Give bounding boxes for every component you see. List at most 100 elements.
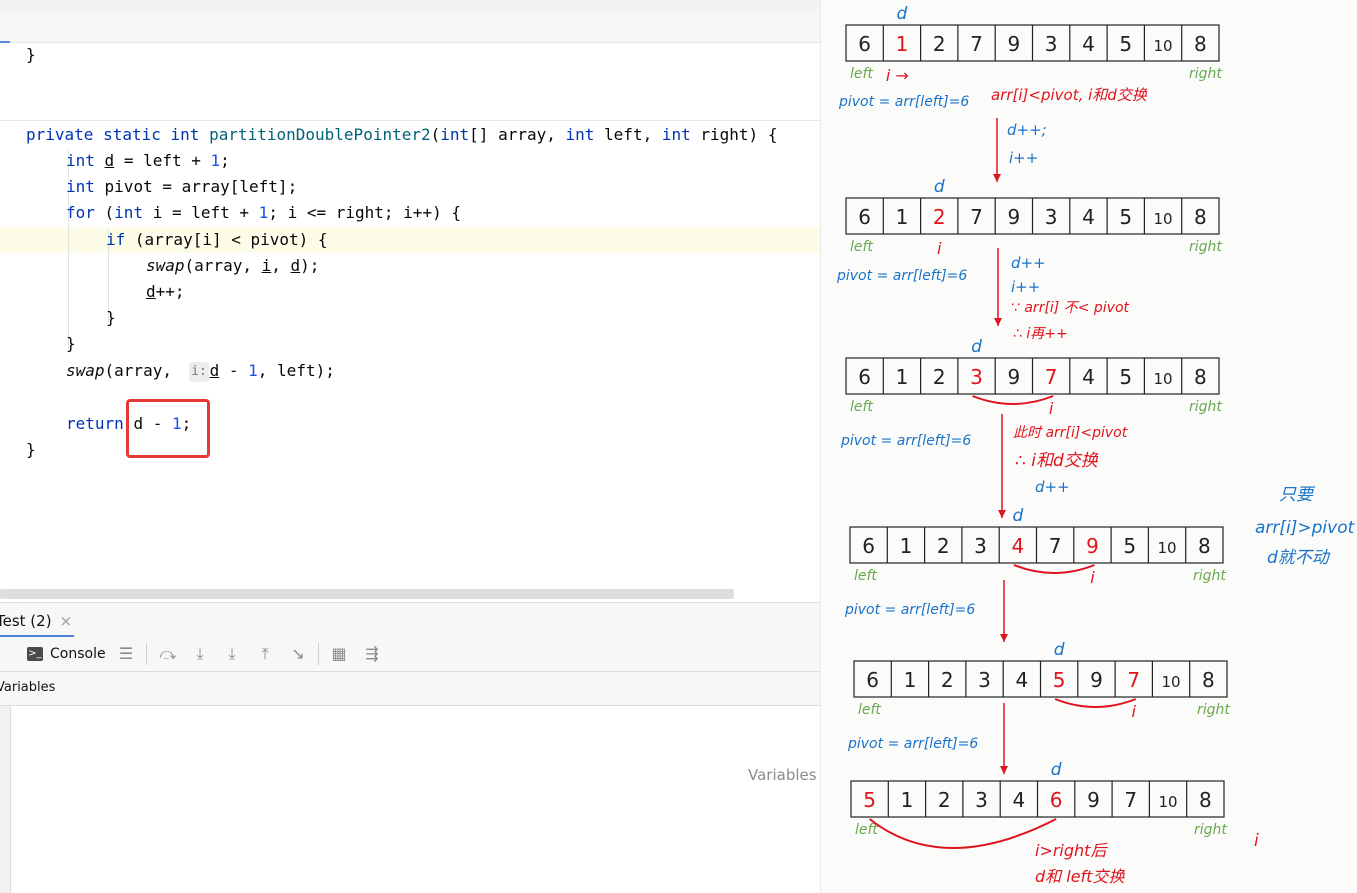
- code-line-signature[interactable]: private static int partitionDoublePointe…: [26, 122, 777, 148]
- array-cell-value: 4: [1082, 32, 1095, 56]
- code-text: ,: [271, 256, 291, 275]
- right-label: right: [1189, 399, 1222, 415]
- code-line-close-for[interactable]: }: [66, 331, 76, 357]
- code-line-d-increment[interactable]: d++;: [146, 279, 185, 305]
- pivot-label: pivot = arr[left]=6: [844, 602, 975, 618]
- code-line-close-if[interactable]: }: [106, 305, 116, 331]
- step2-note: ∵ arr[i] 不< pivot: [1011, 300, 1130, 316]
- brace-text: }: [26, 45, 36, 64]
- force-step-into-icon[interactable]: ⤓: [222, 644, 242, 664]
- variables-header-label: Variables: [0, 680, 56, 695]
- step-arrow-3-head: [998, 510, 1006, 518]
- array-cell-value: 3: [1045, 205, 1058, 229]
- final-note-2: d和 left交换: [1035, 867, 1125, 886]
- method-name: partitionDoublePointer2: [209, 125, 431, 144]
- close-icon[interactable]: ×: [60, 612, 73, 630]
- keyword: int: [661, 125, 691, 144]
- code-text: = left +: [114, 151, 211, 170]
- code-text: (: [430, 125, 441, 144]
- array-cell-value: 10: [1154, 370, 1173, 388]
- variable: d: [209, 361, 220, 380]
- code-line-if[interactable]: if (array[i] < pivot) {: [106, 227, 328, 253]
- debug-session-tab[interactable]: Test (2) ×: [0, 603, 78, 638]
- array-cell-value: 6: [1050, 788, 1063, 812]
- array-cell-value: 7: [970, 32, 983, 56]
- variable: d: [104, 151, 115, 170]
- step-out-icon[interactable]: ⤒: [255, 644, 275, 664]
- right-label: right: [1197, 702, 1230, 718]
- variables-side-toolbar: [0, 706, 11, 893]
- i-pointer-label: i: [937, 239, 942, 258]
- step-into-icon[interactable]: ⤓: [190, 644, 210, 664]
- pivot-label: pivot = arr[left]=6: [847, 736, 978, 752]
- parameter-hint: i:: [189, 362, 209, 382]
- trace-settings-icon[interactable]: ⇶: [362, 644, 382, 664]
- step1-i-inc: i++: [1009, 149, 1038, 167]
- code-line-swap[interactable]: swap(array, i, d);: [146, 253, 319, 279]
- pivot-label: pivot = arr[left]=6: [836, 268, 967, 284]
- array-cell-value: 1: [896, 365, 909, 389]
- array-cell-value: 9: [1087, 788, 1100, 812]
- i-pointer-label: i: [1049, 399, 1054, 418]
- left-label: left: [850, 239, 873, 255]
- static-method-call: swap: [66, 361, 105, 380]
- code-text: i = left +: [143, 203, 259, 222]
- code-line-close-method[interactable]: }: [26, 437, 36, 463]
- d-pointer-label: d: [971, 337, 982, 357]
- console-icon[interactable]: >_: [27, 647, 43, 661]
- array-cell-value: 10: [1154, 37, 1173, 55]
- array-cell-value: 10: [1162, 673, 1181, 691]
- debug-toolbar: >_ Console ☰ ⤼ ⤓ ⤓ ⤒ ↘ ▦ ⇶: [0, 637, 820, 672]
- array-cell-value: 8: [1198, 534, 1211, 558]
- code-text: [] array,: [469, 125, 566, 144]
- brace-text: }: [26, 440, 36, 459]
- horizontal-scrollbar[interactable]: [0, 589, 734, 599]
- array-cell-value: 5: [863, 788, 876, 812]
- array-cell-value: 2: [933, 205, 946, 229]
- right-label: right: [1194, 822, 1227, 838]
- code-text: (array,: [184, 256, 262, 275]
- code-text: ++;: [155, 282, 185, 301]
- variable: d: [290, 256, 301, 275]
- code-line-int-d[interactable]: int d = left + 1;: [66, 148, 230, 174]
- code-editor-panel: } private static int partitionDoublePoin…: [0, 0, 820, 893]
- array-cell-value: 8: [1194, 205, 1207, 229]
- code-text: (array,: [104, 361, 182, 380]
- highlight-box-annotation: [126, 399, 210, 458]
- code-text: , left);: [257, 361, 335, 380]
- variables-pane: [0, 706, 820, 893]
- code-text: ;: [220, 151, 230, 170]
- menu-lines-icon[interactable]: ☰: [116, 644, 136, 664]
- code-line-int-pivot[interactable]: int pivot = array[left];: [66, 174, 297, 200]
- step3-d-inc: d++: [1035, 478, 1070, 496]
- array-cell-value: 3: [1045, 32, 1058, 56]
- left-label: left: [858, 702, 881, 718]
- step3-note-2: ∴ i和d交换: [1015, 451, 1099, 471]
- code-line-for[interactable]: for (int i = left + 1; i <= right; i++) …: [66, 200, 461, 226]
- array-cell-value: 4: [1082, 365, 1095, 389]
- debug-tab-bar: Test (2) ×: [0, 602, 820, 638]
- code-text: -: [219, 361, 249, 380]
- evaluate-expression-icon[interactable]: ▦: [329, 644, 349, 664]
- left-label: left: [854, 568, 877, 584]
- keyword: int: [170, 125, 200, 144]
- stray-i-mark: i: [1254, 831, 1259, 851]
- swap-arc: [1013, 564, 1095, 574]
- code-line-closing-brace[interactable]: }: [26, 42, 36, 68]
- step-over-icon[interactable]: ⤼: [158, 644, 178, 664]
- keyword: int: [565, 125, 595, 144]
- swap-arc-final: [869, 818, 1057, 849]
- array-cell-value: 2: [938, 788, 951, 812]
- code-text: left,: [594, 125, 662, 144]
- array-cell-value: 9: [1086, 534, 1099, 558]
- console-tab[interactable]: Console: [50, 644, 106, 664]
- left-label: left: [850, 66, 873, 82]
- step3-note: 此时 arr[i]<pivot: [1013, 425, 1128, 441]
- array-cell-value: 5: [1119, 365, 1132, 389]
- code-text: ; i <= right; i++) {: [268, 203, 461, 222]
- partition-walkthrough-drawing: 6 1 2 7 9 3 4 5 10 8dleft righti →6 1 2 7 9 3 4 5 10 8dleft…: [836, 4, 1356, 886]
- array-cell-value: 8: [1194, 32, 1207, 56]
- run-to-cursor-icon[interactable]: ↘: [288, 644, 308, 664]
- array-cell-value: 6: [858, 365, 871, 389]
- i-pointer-label: i: [1090, 568, 1095, 587]
